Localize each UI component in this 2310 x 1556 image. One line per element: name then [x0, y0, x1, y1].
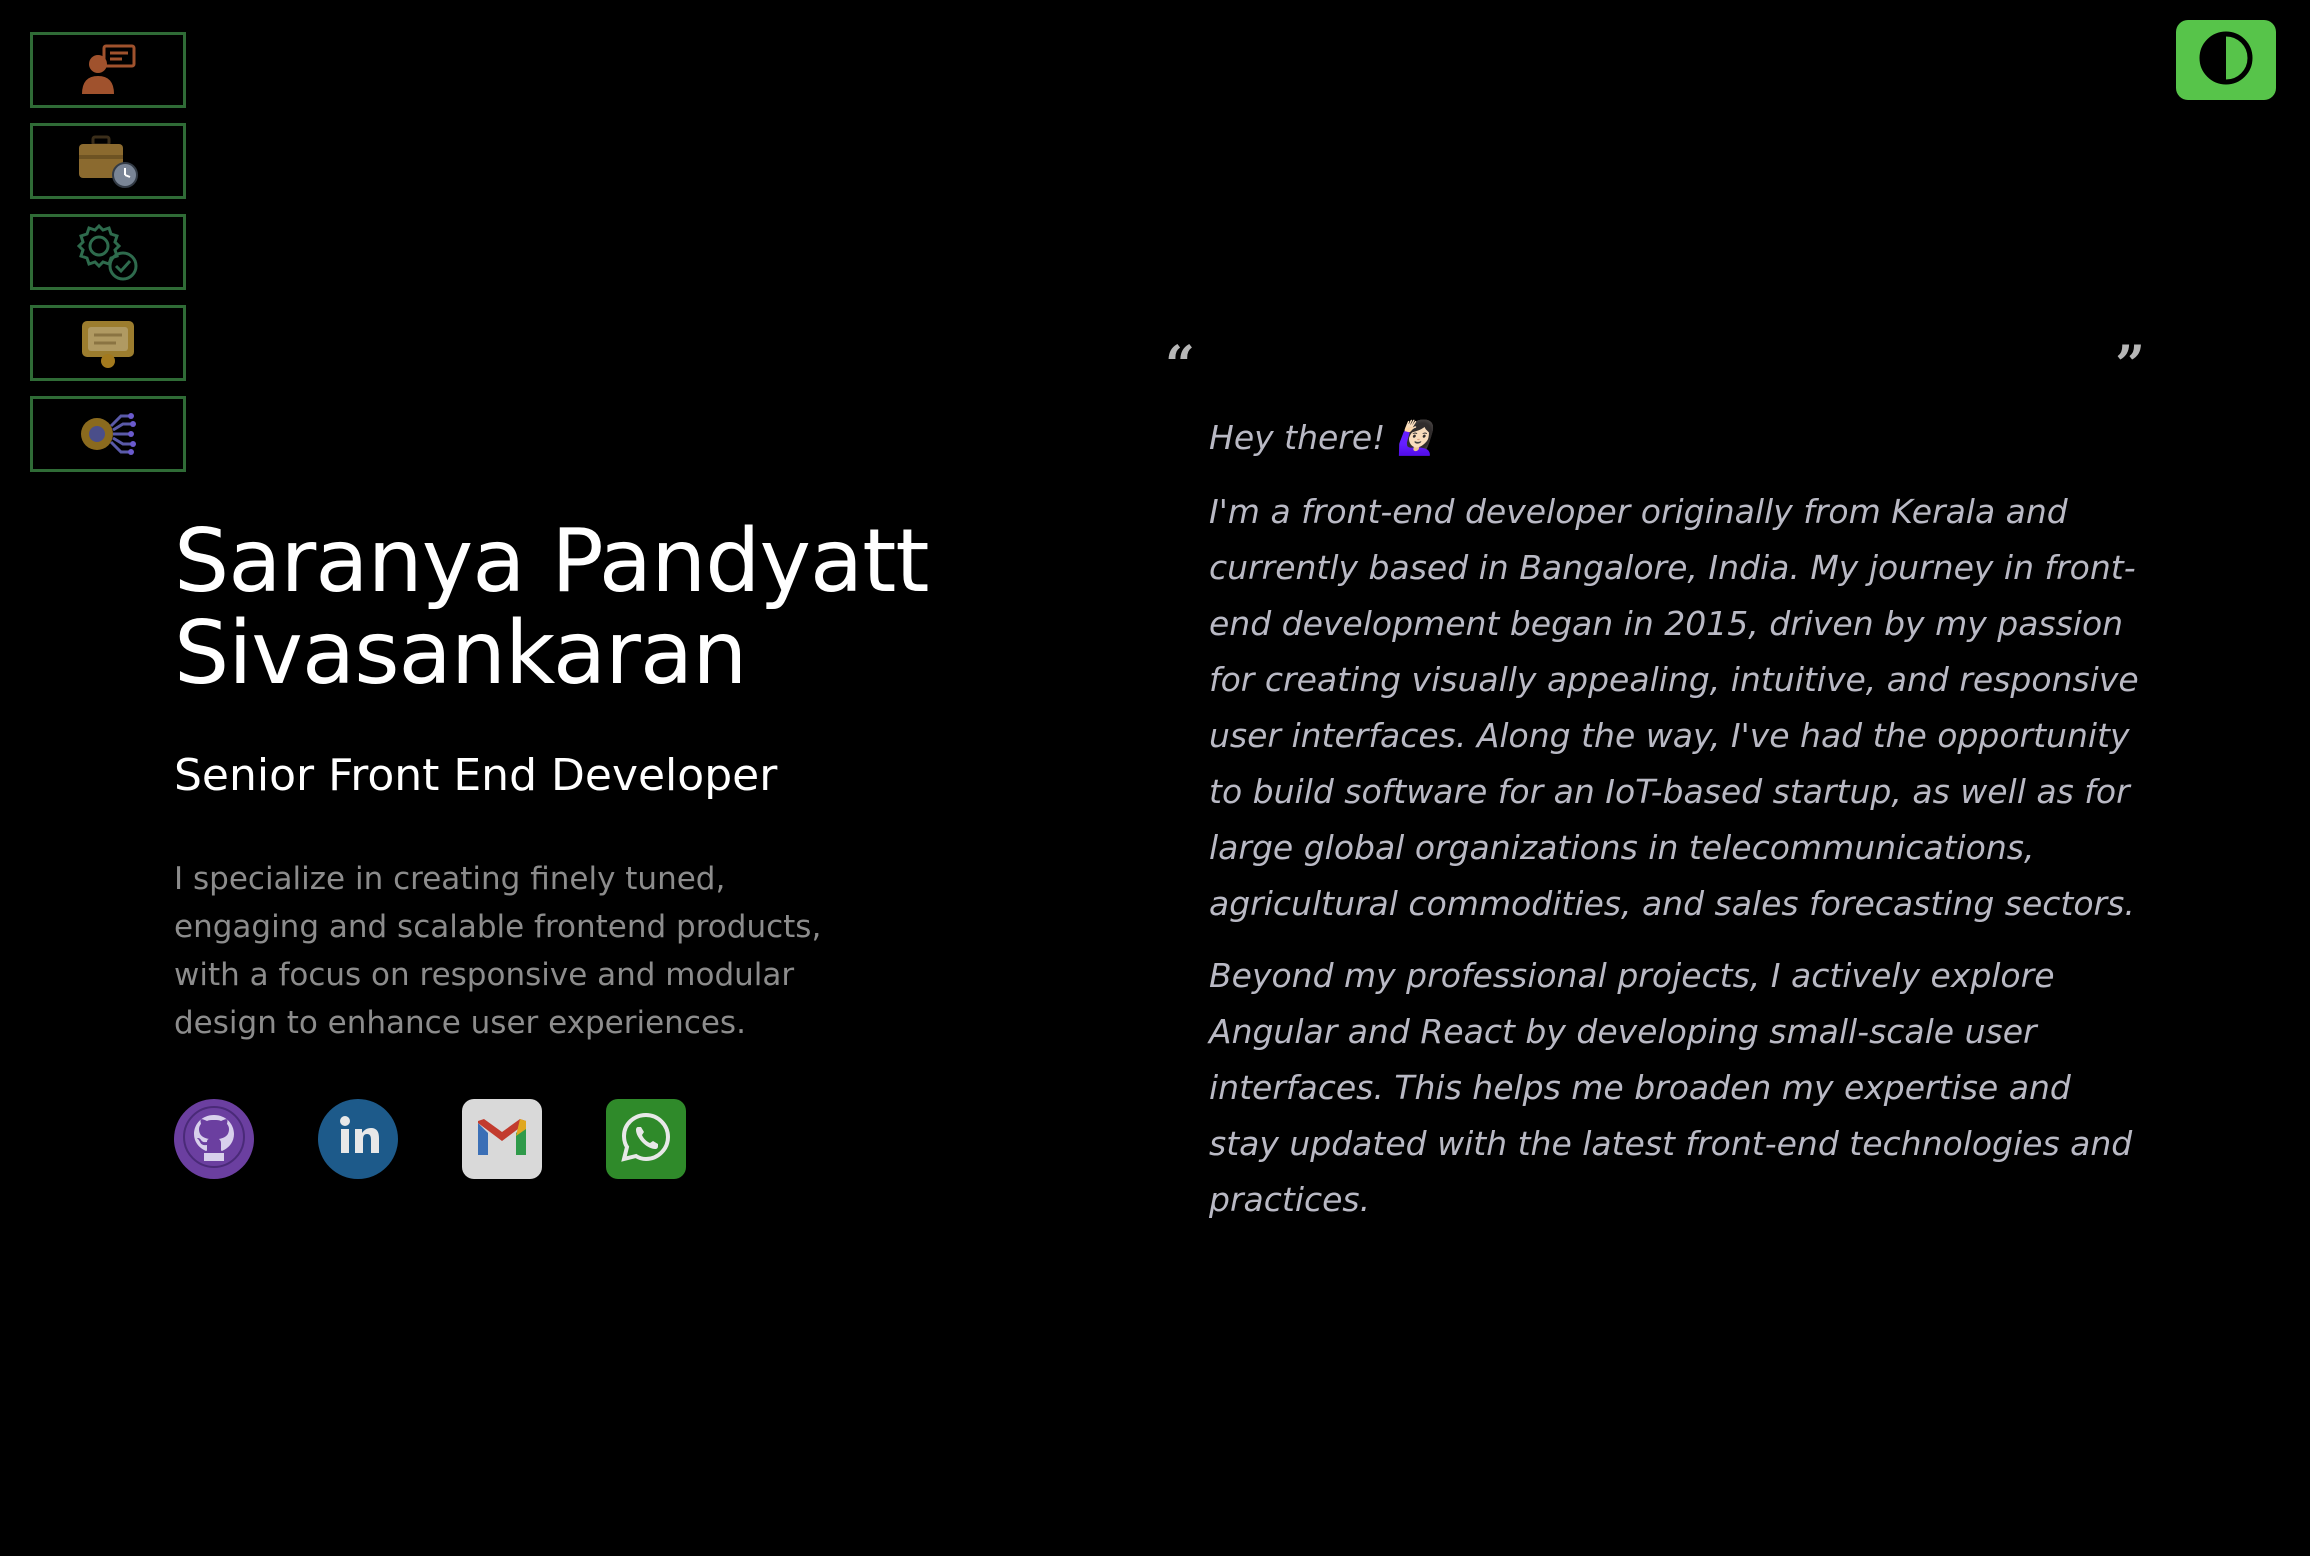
github-link[interactable] — [174, 1099, 254, 1179]
gear-check-icon — [73, 220, 143, 284]
theme-toggle-button[interactable] — [2176, 20, 2276, 100]
hero-name-line1: Saranya Pandyatt — [174, 510, 929, 612]
hero-section: Saranya Pandyatt Sivasankaran Senior Fro… — [174, 515, 994, 1179]
about-text: Hey there! 🙋🏻‍♀️ I'm a front-end develop… — [1165, 340, 2149, 1228]
nav-skills-button[interactable] — [30, 214, 186, 290]
whatsapp-link[interactable] — [606, 1099, 686, 1179]
nav-projects-button[interactable] — [30, 396, 186, 472]
gear-network-icon — [73, 402, 143, 466]
contrast-icon — [2197, 29, 2255, 91]
social-links — [174, 1099, 994, 1179]
about-paragraph-2: Beyond my professional projects, I activ… — [1209, 956, 2133, 1219]
nav-about-button[interactable] — [30, 32, 186, 108]
nav-certificates-button[interactable] — [30, 305, 186, 381]
hero-name-line2: Sivasankaran — [174, 602, 747, 704]
side-nav — [30, 32, 190, 472]
presenter-icon — [76, 42, 140, 98]
portfolio-page: Saranya Pandyatt Sivasankaran Senior Fro… — [0, 0, 2310, 1556]
gmail-icon — [474, 1115, 530, 1163]
close-quote-mark: ” — [2115, 335, 2145, 396]
about-quote: “ ” Hey there! 🙋🏻‍♀️ I'm a front-end dev… — [1165, 340, 2145, 1244]
gmail-link[interactable] — [462, 1099, 542, 1179]
linkedin-link[interactable] — [318, 1099, 398, 1179]
about-paragraph-1: I'm a front-end developer originally fro… — [1209, 492, 2139, 923]
hero-name: Saranya Pandyatt Sivasankaran — [174, 515, 994, 699]
github-icon — [182, 1105, 246, 1173]
hero-role: Senior Front End Developer — [174, 750, 778, 801]
about-greeting: Hey there! 🙋🏻‍♀️ — [1209, 418, 1437, 457]
linkedin-icon — [328, 1107, 388, 1171]
open-quote-mark: “ — [1165, 335, 1195, 396]
briefcase-clock-icon — [73, 131, 143, 191]
whatsapp-icon — [618, 1109, 674, 1169]
certificate-icon — [76, 315, 140, 371]
nav-experience-button[interactable] — [30, 123, 186, 199]
hero-summary: I specialize in creating finely tuned, e… — [174, 861, 822, 1041]
